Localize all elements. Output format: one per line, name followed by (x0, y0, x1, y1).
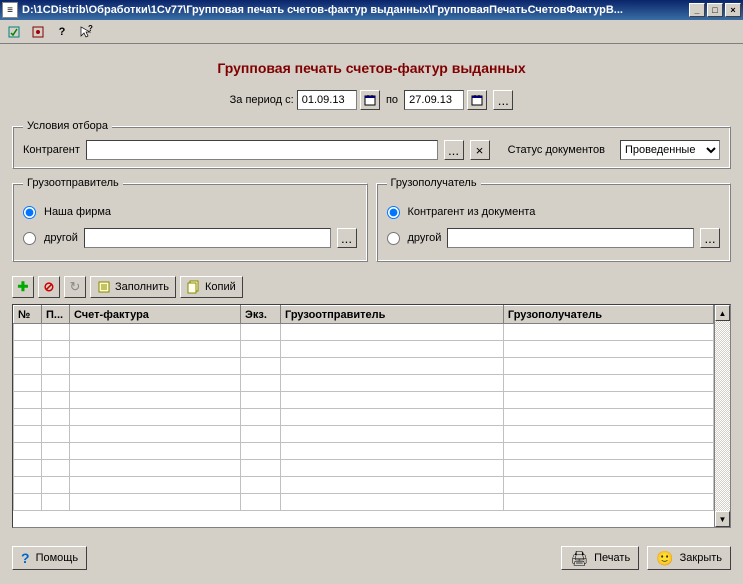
counterparty-select-button[interactable]: ... (444, 140, 464, 160)
sender-radio-other[interactable] (23, 232, 36, 245)
vertical-scrollbar[interactable]: ▲ ▼ (714, 305, 730, 527)
col-number[interactable]: № (14, 306, 42, 324)
smiley-icon: 🙂 (656, 550, 673, 567)
receiver-other-input[interactable] (447, 228, 694, 248)
col-ekz[interactable]: Экз. (241, 306, 281, 324)
calendar-from-icon[interactable] (360, 90, 380, 110)
receiver-radio-doc[interactable] (387, 206, 400, 219)
close-window-button[interactable]: × (725, 3, 741, 17)
receiver-other-select-button[interactable]: ... (700, 228, 720, 248)
table-row (14, 341, 714, 358)
delete-row-button[interactable]: ⊘ (38, 276, 60, 298)
filter-legend: Условия отбора (23, 120, 112, 132)
sender-radio-ours[interactable] (23, 206, 36, 219)
period-row: За период с: по ... (12, 90, 731, 110)
pointer-help-icon[interactable]: ? (76, 22, 96, 42)
sender-legend: Грузоотправитель (23, 177, 123, 189)
scroll-up-button[interactable]: ▲ (715, 305, 730, 321)
toolbar-btn-2[interactable] (28, 22, 48, 42)
table-row (14, 443, 714, 460)
print-button[interactable]: 🖨Печать (561, 546, 639, 570)
window-titlebar: ≡ D:\1CDistrib\Обработки\1Cv77\Групповая… (0, 0, 743, 20)
sender-opt1-label: Наша фирма (44, 206, 111, 218)
minimize-button[interactable]: _ (689, 3, 705, 17)
filter-fieldset: Условия отбора Контрагент ... × Статус д… (12, 120, 731, 169)
counterparty-input[interactable] (86, 140, 438, 160)
page-title: Групповая печать счетов-фактур выданных (12, 60, 731, 76)
table-row (14, 324, 714, 341)
help-button[interactable]: ?Помощь (12, 546, 87, 570)
col-p[interactable]: П... (42, 306, 70, 324)
receiver-opt1-label: Контрагент из документа (408, 206, 536, 218)
copies-button[interactable]: Копий (180, 276, 243, 298)
period-more-button[interactable]: ... (493, 90, 513, 110)
help-question-icon: ? (21, 550, 30, 566)
receiver-radio-other[interactable] (387, 232, 400, 245)
table-row (14, 392, 714, 409)
svg-text:?: ? (88, 25, 93, 33)
refresh-button[interactable]: ↻ (64, 276, 86, 298)
sender-other-select-button[interactable]: ... (337, 228, 357, 248)
footer: ?Помощь 🖨Печать 🙂Закрыть (0, 538, 743, 578)
period-from-label: За период с: (230, 94, 294, 106)
printer-icon: 🖨 (570, 550, 588, 567)
col-receiver[interactable]: Грузополучатель (503, 306, 713, 324)
data-table[interactable]: № П... Счет-фактура Экз. Грузоотправител… (13, 305, 714, 511)
date-to-input[interactable] (404, 90, 464, 110)
close-button[interactable]: 🙂Закрыть (647, 546, 731, 570)
data-table-container: № П... Счет-фактура Экз. Грузоотправител… (12, 304, 731, 528)
status-select[interactable]: Проведенные (620, 140, 720, 160)
receiver-fieldset: Грузополучатель Контрагент из документа … (376, 177, 732, 262)
status-label: Статус документов (508, 144, 605, 156)
table-row (14, 426, 714, 443)
sender-fieldset: Грузоотправитель Наша фирма другой ... (12, 177, 368, 262)
counterparty-label: Контрагент (23, 144, 80, 156)
table-row (14, 460, 714, 477)
receiver-opt2-label: другой (408, 232, 442, 244)
action-bar: ✚ ⊘ ↻ Заполнить Копий (12, 276, 731, 298)
table-row (14, 494, 714, 511)
table-row (14, 409, 714, 426)
help-icon[interactable]: ? (52, 22, 72, 42)
counterparty-clear-button[interactable]: × (470, 140, 490, 160)
table-body[interactable] (14, 324, 714, 511)
scroll-track[interactable] (715, 321, 730, 511)
table-row (14, 477, 714, 494)
add-row-button[interactable]: ✚ (12, 276, 34, 298)
col-sender[interactable]: Грузоотправитель (281, 306, 504, 324)
scroll-down-button[interactable]: ▼ (715, 511, 730, 527)
maximize-button[interactable]: □ (707, 3, 723, 17)
sender-opt2-label: другой (44, 232, 78, 244)
calendar-to-icon[interactable] (467, 90, 487, 110)
toolbar-btn-1[interactable] (4, 22, 24, 42)
table-row (14, 375, 714, 392)
toolbar: ? ? (0, 20, 743, 44)
date-from-input[interactable] (297, 90, 357, 110)
table-row (14, 358, 714, 375)
window-title: D:\1CDistrib\Обработки\1Cv77\Групповая п… (22, 4, 689, 16)
receiver-legend: Грузополучатель (387, 177, 481, 189)
col-invoice[interactable]: Счет-фактура (70, 306, 241, 324)
app-icon: ≡ (2, 2, 18, 18)
sender-other-input[interactable] (84, 228, 331, 248)
fill-button[interactable]: Заполнить (90, 276, 176, 298)
period-to-label: по (386, 94, 398, 106)
